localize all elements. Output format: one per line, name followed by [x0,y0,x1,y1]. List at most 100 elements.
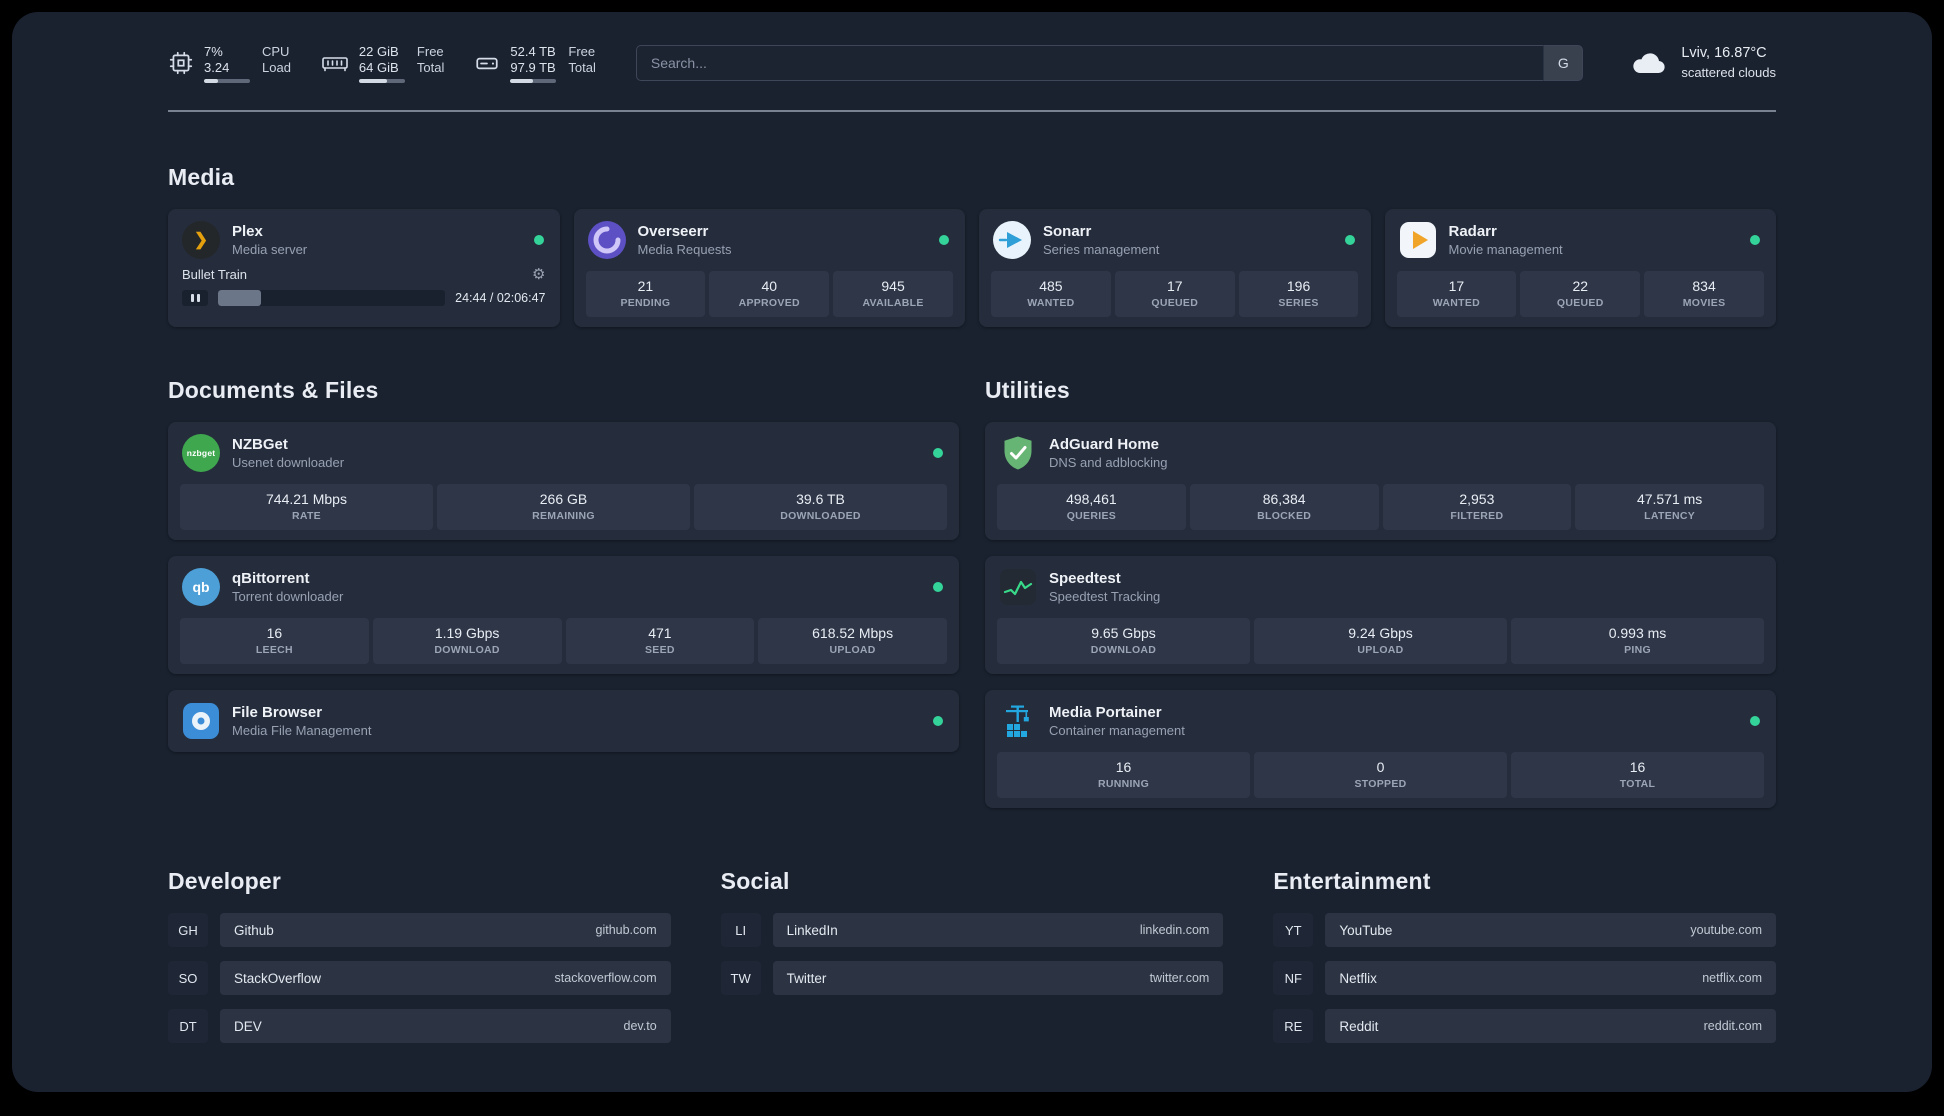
bookmark-youtube[interactable]: YT YouTube youtube.com [1273,913,1776,947]
service-stats: 498,461 QUERIES 86,384 BLOCKED 2,953 FIL… [997,484,1764,530]
service-card-portainer[interactable]: Media Portainer Container management 16 … [985,690,1776,808]
bookmark-group-entertainment: Entertainment YT YouTube youtube.com NF … [1273,828,1776,1043]
bookmark-github[interactable]: GH Github github.com [168,913,671,947]
stat-label: PENDING [620,297,671,309]
stat-value: 0 [1376,759,1385,775]
stat-value: 17 [1448,278,1465,294]
stat-tile: 9.24 Gbps UPLOAD [1254,618,1507,664]
stat-label: DOWNLOAD [1090,644,1157,656]
stat-value: 1.19 Gbps [434,625,500,641]
speedtest-icon [999,568,1037,606]
filebrowser-icon [182,702,220,740]
bookmark-netflix[interactable]: NF Netflix netflix.com [1273,961,1776,995]
stat-tile: 22 QUEUED [1520,271,1641,317]
service-card-plex[interactable]: ❯ Plex Media server Bullet Train ⚙ 24:44… [168,209,560,327]
search-input[interactable] [635,45,1544,81]
search-provider-button[interactable]: G [1543,45,1584,81]
status-dot [939,235,949,245]
gear-icon[interactable]: ⚙ [532,265,545,283]
overseerr-icon [587,221,626,259]
disk-total: 97.9 TB [510,59,556,75]
bookmark-linkedin[interactable]: LI LinkedIn linkedin.com [720,913,1224,947]
stat-label: WANTED [1027,297,1075,309]
service-name: Radarr [1448,223,1497,240]
stat-tile: 2,953 FILTERED [1382,484,1572,530]
bookmark-dev[interactable]: DT DEV dev.to [168,1009,671,1043]
bookmark-abbr: TW [720,961,761,995]
memory-widget: 22 GiB 64 GiB Free Total [321,44,444,83]
weather-widget: Lviv, 16.87°C scattered clouds [1629,44,1776,82]
service-titles: Overseerr Media Requests [638,223,928,257]
bookmark-pill: Twitter twitter.com [772,961,1224,995]
bookmark-name: StackOverflow [234,970,322,986]
memory-labels: Free Total [417,44,444,83]
bookmark-domain: dev.to [623,1019,657,1033]
service-name: File Browser [232,704,323,721]
service-card-adguard[interactable]: AdGuard Home DNS and adblocking 498,461 … [985,422,1776,540]
bookmark-domain: twitter.com [1149,971,1210,985]
pause-button[interactable] [182,290,208,306]
service-stats: 16 RUNNING 0 STOPPED 16 TOTAL [997,752,1764,798]
stat-label: UPLOAD [829,644,876,656]
bookmark-pill: YouTube youtube.com [1325,913,1776,947]
stat-label: WANTED [1432,297,1481,309]
bookmark-abbr: SO [168,961,208,995]
stat-label: DOWNLOADED [780,510,861,522]
search-bar: G [635,45,1584,81]
bookmark-domain: stackoverflow.com [554,971,657,985]
bookmark-abbr: RE [1273,1009,1314,1043]
service-card-nzbget[interactable]: nzbget NZBGet Usenet downloader 744.21 M… [168,422,959,540]
stat-value: 47.571 ms [1636,491,1703,507]
status-dot [933,716,943,726]
stat-label: QUEUED [1556,297,1604,309]
stat-value: 744.21 Mbps [266,491,347,507]
bookmark-name: LinkedIn [786,922,838,938]
stat-label: UPLOAD [1357,644,1404,656]
bookmark-stackoverflow[interactable]: SO StackOverflow stackoverflow.com [168,961,671,995]
disk-free: 52.4 TB [510,43,556,59]
bookmark-twitter[interactable]: TW Twitter twitter.com [720,961,1224,995]
bookmark-domain: reddit.com [1703,1019,1762,1033]
stat-label: APPROVED [738,297,800,309]
service-header: nzbget NZBGet Usenet downloader [180,432,947,474]
disk-label-top: Free [568,43,596,59]
player-top-row: Bullet Train ⚙ [182,265,546,283]
bookmark-name: Twitter [786,970,827,986]
service-name: Plex [232,223,263,240]
bookmark-domain: github.com [595,923,657,937]
service-card-overseerr[interactable]: Overseerr Media Requests 21 PENDING 40 A… [573,209,965,327]
service-card-sonarr[interactable]: Sonarr Series management 485 WANTED 17 Q… [979,209,1371,327]
service-name: NZBGet [232,436,288,453]
stat-tile: 17 QUEUED [1114,271,1235,317]
qbittorrent-icon: qb [182,568,220,606]
service-card-speedtest[interactable]: Speedtest Speedtest Tracking 9.65 Gbps D… [985,556,1776,674]
service-card-radarr[interactable]: Radarr Movie management 17 WANTED 22 QUE… [1384,209,1776,327]
stat-value: 21 [637,278,654,294]
stat-label: RATE [291,510,321,522]
bookmark-list: YT YouTube youtube.com NF Netflix netfli… [1273,913,1776,1043]
status-dot [1750,716,1760,726]
stat-tile: 744.21 Mbps RATE [180,484,433,530]
bookmark-group-title: Developer [168,868,282,894]
bookmark-reddit[interactable]: RE Reddit reddit.com [1273,1009,1776,1043]
nzbget-icon: nzbget [182,434,220,472]
service-card-qbittorrent[interactable]: qb qBittorrent Torrent downloader 16 LEE… [168,556,959,674]
plex-icon: ❯ [182,221,220,259]
stat-tile: 485 WANTED [991,271,1111,317]
memory-total: 64 GiB [358,59,399,75]
service-card-filebrowser[interactable]: File Browser Media File Management [168,690,959,752]
stat-tile: 471 SEED [565,618,755,664]
section-media: Media ❯ Plex Media server Bullet Train ⚙ [168,164,1776,327]
service-header: qb qBittorrent Torrent downloader [180,566,947,608]
radarr-icon [1399,221,1437,259]
memory-free: 22 GiB [358,43,399,59]
playback-progress-bar [218,290,446,306]
disk-labels: Free Total [568,44,595,83]
media-card-row: ❯ Plex Media server Bullet Train ⚙ 24:44… [168,209,1776,327]
service-subtitle: Series management [1043,242,1160,257]
utilities-card-stack: AdGuard Home DNS and adblocking 498,461 … [985,422,1776,808]
service-header: Sonarr Series management [991,219,1359,261]
cpu-label-top: CPU [262,43,290,59]
bookmark-name: YouTube [1339,922,1393,938]
stat-value: 618.52 Mbps [812,625,894,641]
